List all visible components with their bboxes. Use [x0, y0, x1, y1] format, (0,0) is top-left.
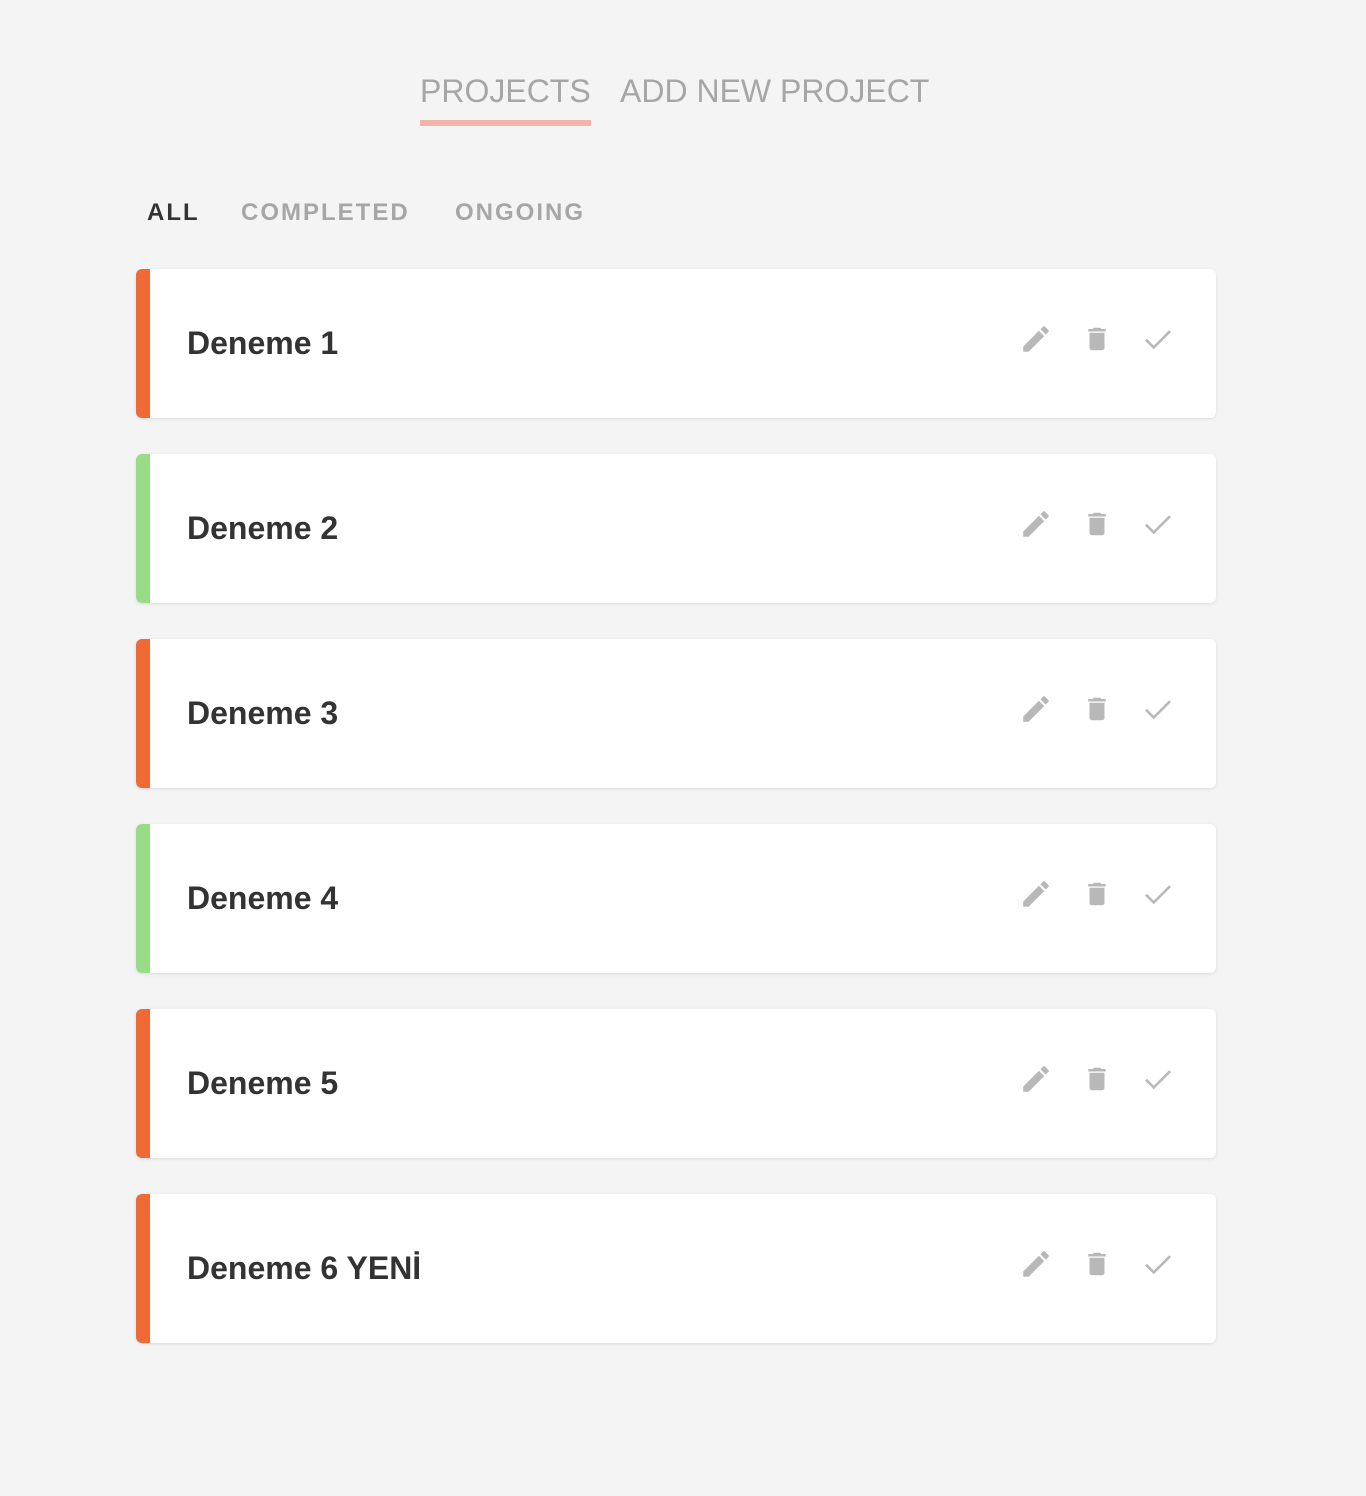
project-card: Deneme 3 — [136, 639, 1216, 788]
delete-button[interactable] — [1079, 506, 1115, 542]
project-name: Deneme 3 — [187, 695, 339, 731]
tab-add-new-project[interactable]: ADD NEW PROJECT — [620, 70, 929, 120]
status-bar — [136, 639, 150, 788]
trash-icon — [1088, 327, 1106, 351]
delete-button[interactable] — [1079, 321, 1115, 357]
project-name: Deneme 4 — [187, 880, 339, 916]
trash-icon — [1088, 1252, 1106, 1276]
project-card: Deneme 4 — [136, 824, 1216, 973]
trash-icon — [1088, 697, 1106, 721]
filter-bar: ALL COMPLETED ONGOING — [0, 198, 1366, 230]
filter-ongoing[interactable]: ONGOING — [455, 198, 585, 228]
trash-icon — [1088, 1067, 1106, 1091]
check-icon — [1145, 330, 1171, 350]
project-card: Deneme 5 — [136, 1009, 1216, 1158]
pencil-icon — [1023, 696, 1049, 722]
trash-icon — [1088, 882, 1106, 906]
delete-button[interactable] — [1079, 1246, 1115, 1282]
top-navigation: PROJECTS ADD NEW PROJECT — [0, 70, 1366, 126]
project-name: Deneme 6 YENİ — [187, 1250, 422, 1286]
pencil-icon — [1023, 326, 1049, 352]
trash-icon — [1088, 512, 1106, 536]
edit-button[interactable] — [1018, 691, 1054, 727]
project-list: Deneme 1 Deneme 2 Deneme 3 Deneme 4 Dene… — [136, 269, 1216, 1379]
project-name: Deneme 2 — [187, 510, 339, 546]
filter-completed[interactable]: COMPLETED — [241, 198, 410, 228]
complete-button[interactable] — [1140, 1246, 1176, 1282]
project-actions — [993, 1246, 1176, 1282]
status-bar — [136, 454, 150, 603]
project-card: Deneme 6 YENİ — [136, 1194, 1216, 1343]
check-icon — [1145, 700, 1171, 720]
check-icon — [1145, 1070, 1171, 1090]
complete-button[interactable] — [1140, 1061, 1176, 1097]
edit-button[interactable] — [1018, 321, 1054, 357]
delete-button[interactable] — [1079, 876, 1115, 912]
project-card: Deneme 2 — [136, 454, 1216, 603]
project-actions — [993, 691, 1176, 727]
pencil-icon — [1023, 1251, 1049, 1277]
pencil-icon — [1023, 1066, 1049, 1092]
complete-button[interactable] — [1140, 876, 1176, 912]
filter-all[interactable]: ALL — [147, 198, 200, 228]
delete-button[interactable] — [1079, 1061, 1115, 1097]
pencil-icon — [1023, 511, 1049, 537]
edit-button[interactable] — [1018, 1061, 1054, 1097]
status-bar — [136, 1194, 150, 1343]
status-bar — [136, 269, 150, 418]
check-icon — [1145, 1255, 1171, 1275]
check-icon — [1145, 885, 1171, 905]
status-bar — [136, 824, 150, 973]
project-actions — [993, 1061, 1176, 1097]
check-icon — [1145, 515, 1171, 535]
complete-button[interactable] — [1140, 691, 1176, 727]
edit-button[interactable] — [1018, 1246, 1054, 1282]
project-actions — [993, 876, 1176, 912]
project-card: Deneme 1 — [136, 269, 1216, 418]
edit-button[interactable] — [1018, 876, 1054, 912]
project-actions — [993, 506, 1176, 542]
project-actions — [993, 321, 1176, 357]
pencil-icon — [1023, 881, 1049, 907]
edit-button[interactable] — [1018, 506, 1054, 542]
delete-button[interactable] — [1079, 691, 1115, 727]
project-name: Deneme 5 — [187, 1065, 339, 1101]
complete-button[interactable] — [1140, 506, 1176, 542]
complete-button[interactable] — [1140, 321, 1176, 357]
status-bar — [136, 1009, 150, 1158]
project-name: Deneme 1 — [187, 325, 339, 361]
tab-projects[interactable]: PROJECTS — [420, 70, 591, 126]
